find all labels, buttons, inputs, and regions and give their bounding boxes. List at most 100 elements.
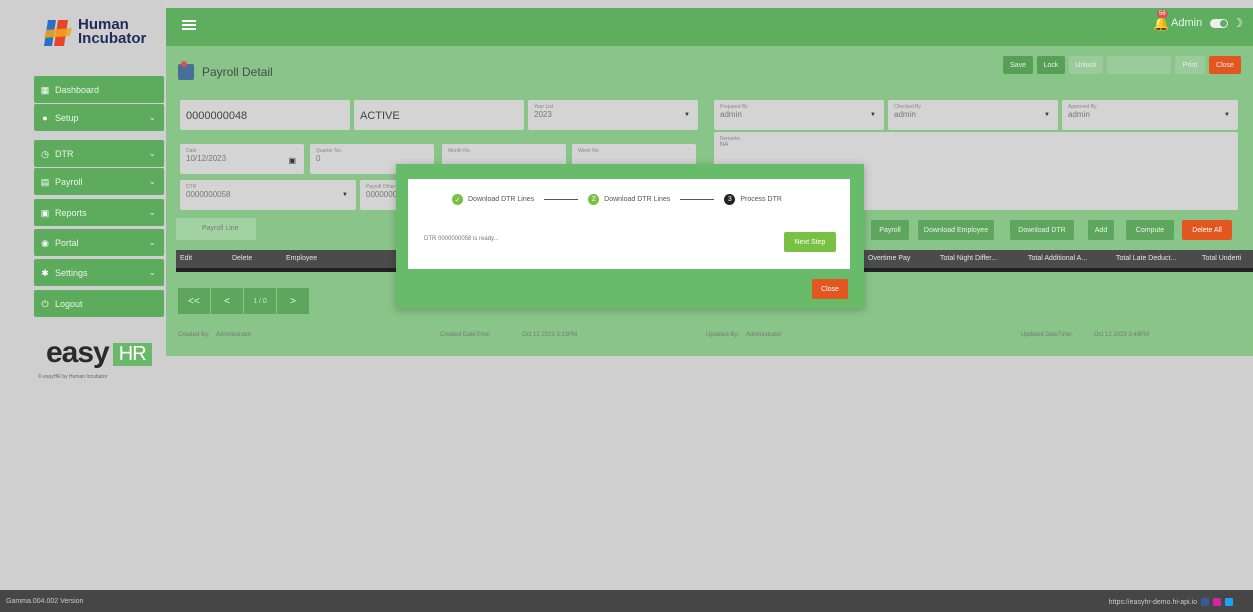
- column-header[interactable]: Total Night Differ...: [940, 255, 997, 262]
- sidebar-item-label: Logout: [55, 298, 83, 309]
- printer-icon: ▣: [40, 207, 50, 218]
- dashboard-icon: ▦: [40, 84, 50, 95]
- sidebar-item-dashboard[interactable]: ▦ Dashboard: [34, 76, 164, 103]
- modal-message: DTR 0000000058 is ready...: [424, 236, 499, 242]
- sidebar-item-label: Dashboard: [55, 84, 100, 95]
- checked-by-select[interactable]: Checked By admin ▼: [888, 100, 1058, 130]
- column-header[interactable]: Edit: [180, 255, 192, 262]
- sidebar-item-label: DTR: [55, 148, 74, 159]
- sidebar-item-portal[interactable]: ◉ Portal ⌄: [34, 229, 164, 256]
- created-by-label: Created By:: [178, 332, 210, 338]
- moon-icon: ☽: [1232, 16, 1243, 30]
- bell-icon[interactable]: 🔔 56: [1153, 10, 1169, 31]
- calendar-icon[interactable]: ▣: [288, 156, 296, 165]
- sidebar-item-reports[interactable]: ▣ Reports ⌄: [34, 199, 164, 226]
- step-connector: [544, 199, 579, 200]
- sidebar-item-logout[interactable]: ⏻ Logout: [34, 290, 164, 317]
- sidebar: Human Incubator ▦ Dashboard ● Setup ⌄ ◷ …: [0, 0, 166, 590]
- status-value: ACTIVE: [360, 110, 400, 122]
- next-page-button[interactable]: >: [277, 288, 309, 314]
- download-employee-button[interactable]: Download Employee: [918, 220, 994, 240]
- tagline: © easyHR by Human Incubator: [38, 374, 108, 380]
- setup-icon: ●: [42, 112, 48, 123]
- payroll-number-value: 0000000048: [186, 110, 248, 122]
- year-value: 2023: [534, 110, 552, 119]
- sidebar-item-settings[interactable]: ✱ Settings ⌄: [34, 259, 164, 286]
- next-step-button[interactable]: Next Step: [784, 232, 836, 252]
- payroll-detail-icon: [178, 61, 194, 80]
- created-datetime-value: Oct 12 2023 3:15PM: [522, 332, 578, 338]
- logo-mark-icon: [44, 20, 72, 46]
- stepper: ✓ Download DTR Lines 2 Download DTR Line…: [452, 194, 782, 205]
- dtr-value: 0000000058: [186, 190, 231, 199]
- facebook-icon[interactable]: [1201, 598, 1209, 606]
- modal-close-button[interactable]: Close: [812, 279, 848, 299]
- step-2-label: Download DTR Lines: [604, 196, 671, 203]
- content-area: [166, 356, 1253, 590]
- approved-by-select[interactable]: Approved By admin ▼: [1062, 100, 1238, 130]
- print-button[interactable]: Print: [1175, 56, 1205, 74]
- step-3-label: Process DTR: [740, 196, 782, 203]
- checked-value: admin: [894, 110, 916, 119]
- column-header[interactable]: Total Late Deduct...: [1116, 255, 1176, 262]
- column-header[interactable]: Total Additional A...: [1028, 255, 1087, 262]
- payroll-icon: ▤: [40, 176, 50, 187]
- sidebar-item-setup[interactable]: ● Setup ⌄: [34, 104, 164, 131]
- chevron-down-icon: ▼: [684, 112, 690, 118]
- theme-toggle[interactable]: [1210, 18, 1229, 28]
- column-header[interactable]: Overtime Pay: [868, 255, 910, 262]
- approved-value: admin: [1068, 110, 1090, 119]
- lock-button[interactable]: Lock: [1037, 56, 1065, 74]
- date-field[interactable]: Date 10/12/2023 ▣: [180, 144, 304, 174]
- payroll-number-field[interactable]: 0000000048: [180, 100, 350, 130]
- sidebar-item-payroll[interactable]: ▤ Payroll ⌄: [34, 168, 164, 195]
- download-dtr-button[interactable]: Download DTR: [1010, 220, 1074, 240]
- column-header[interactable]: Total Underti: [1202, 255, 1241, 262]
- prev-page-button[interactable]: <: [211, 288, 243, 314]
- quarter-value: 0: [316, 154, 321, 163]
- tab-payroll-line[interactable]: Payroll Line: [176, 218, 256, 240]
- year-select[interactable]: Year List 2023 ▼: [528, 100, 698, 130]
- status-bar: Gamma.004.002 Version https://easyhr-dem…: [0, 590, 1253, 612]
- sidebar-item-dtr[interactable]: ◷ DTR ⌄: [34, 140, 164, 167]
- twitter-icon[interactable]: [1225, 598, 1233, 606]
- chevron-down-icon: ⌄: [148, 237, 156, 247]
- column-header[interactable]: Employee: [286, 255, 317, 262]
- column-header[interactable]: Delete: [232, 255, 252, 262]
- step-connector: [680, 199, 715, 200]
- prepared-by-select[interactable]: Prepared By admin ▼: [714, 100, 884, 130]
- close-button[interactable]: Close: [1209, 56, 1241, 74]
- hamburger-menu-icon[interactable]: [182, 20, 196, 30]
- unlock-button[interactable]: Unlock: [1069, 56, 1103, 74]
- easyhr-logo: easy HR: [46, 336, 152, 370]
- sidebar-item-label: Settings: [55, 267, 88, 278]
- power-icon: ⏻: [41, 298, 49, 309]
- status-right: https://easyhr-demo.hi-api.io: [1109, 598, 1233, 606]
- chevron-down-icon: ⌄: [148, 176, 156, 186]
- user-name[interactable]: Admin: [1171, 17, 1202, 29]
- chevron-down-icon: ⌄: [148, 148, 156, 158]
- step-1: ✓ Download DTR Lines: [452, 194, 534, 205]
- date-value: 10/12/2023: [186, 154, 227, 163]
- gear-icon: ✱: [41, 267, 49, 278]
- dtr-select[interactable]: DTR 0000000058 ▼: [180, 180, 356, 210]
- sidebar-item-label: Portal: [55, 237, 79, 248]
- check-icon: ✓: [452, 194, 463, 205]
- sidebar-item-label: Payroll: [55, 176, 83, 187]
- payroll-button[interactable]: Payroll: [871, 220, 909, 240]
- clock-icon: ◷: [41, 148, 49, 159]
- chevron-down-icon: ▼: [1044, 112, 1050, 118]
- instagram-icon[interactable]: [1213, 598, 1221, 606]
- page-title-text: Payroll Detail: [202, 65, 273, 79]
- prepared-value: admin: [720, 110, 742, 119]
- disabled-action-button[interactable]: [1107, 56, 1171, 74]
- compute-button[interactable]: Compute: [1126, 220, 1174, 240]
- add-button[interactable]: Add: [1088, 220, 1114, 240]
- first-page-button[interactable]: <<: [178, 288, 210, 314]
- delete-all-button[interactable]: Delete All: [1182, 220, 1232, 240]
- api-url[interactable]: https://easyhr-demo.hi-api.io: [1109, 599, 1197, 606]
- save-button[interactable]: Save: [1003, 56, 1033, 74]
- portal-icon: ◉: [41, 237, 49, 248]
- user-area: 🔔 56 Admin ☽: [1153, 10, 1243, 31]
- topbar: 🔔 56 Admin ☽: [166, 8, 1253, 46]
